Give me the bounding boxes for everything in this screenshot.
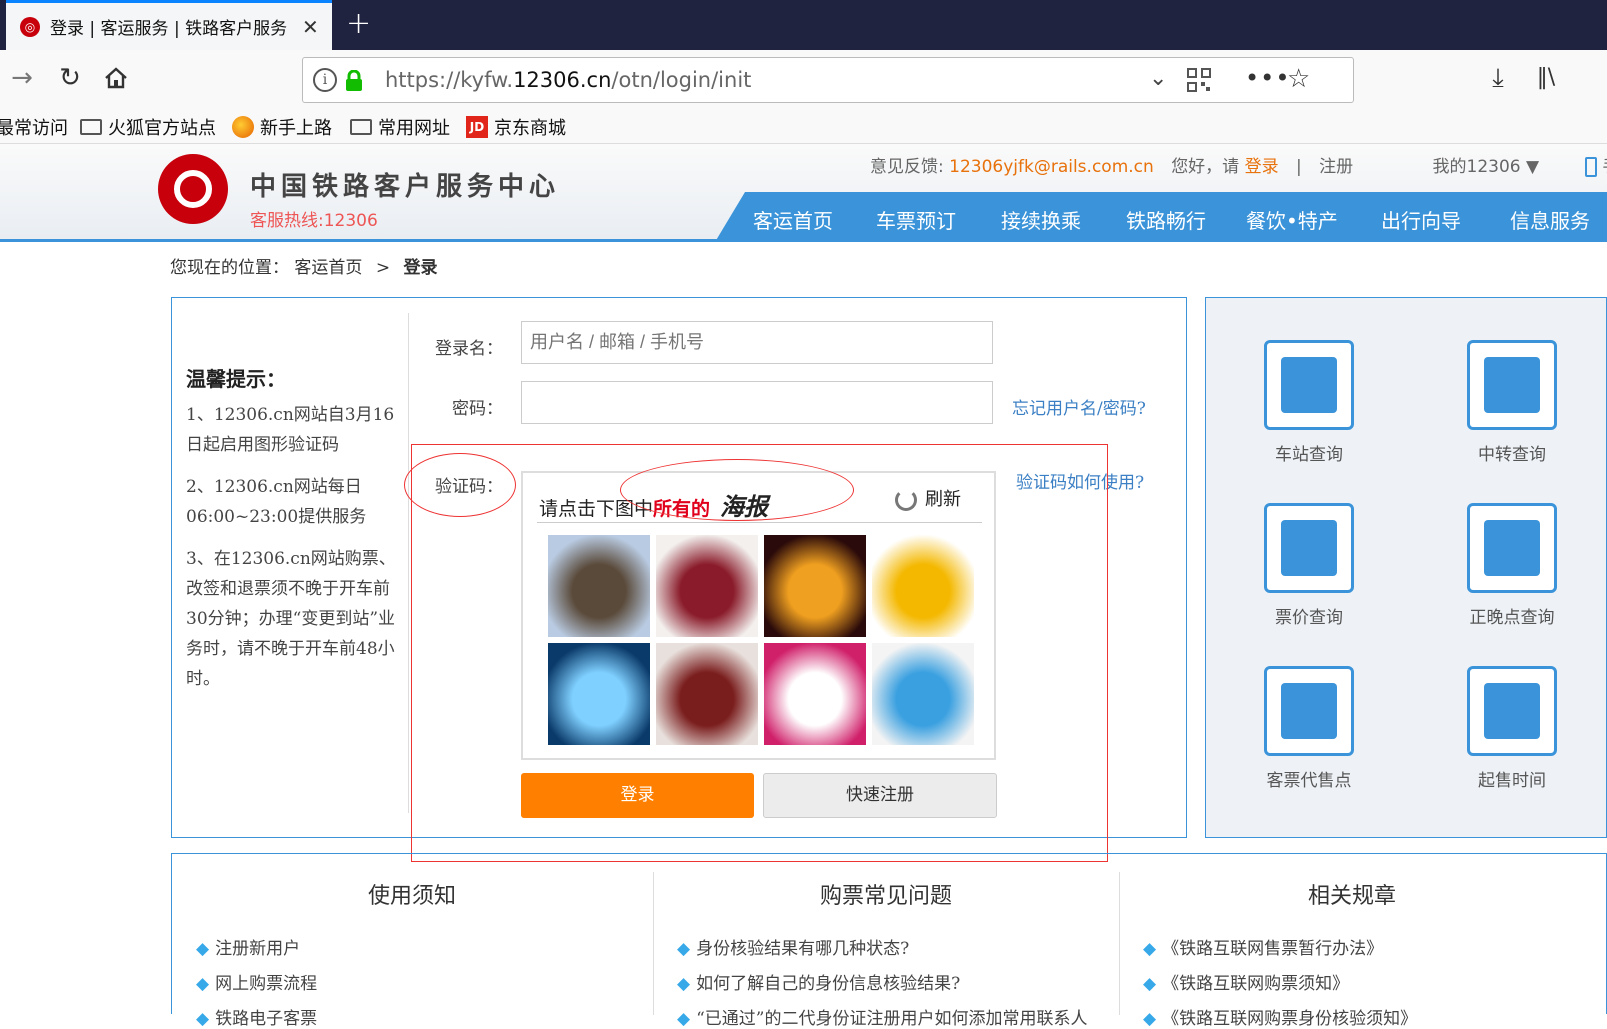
username-label: 登录名： [435, 339, 503, 359]
tip-item: 3、在12306.cn网站购票、改签和退票须不晚于开车前30分钟；办理“变更到站… [186, 549, 396, 689]
bookmark-firefox-official[interactable]: 火狐官方站点 [80, 114, 216, 140]
service-transfer-query[interactable]: 中转查询 [1467, 340, 1557, 465]
price-search-icon [1264, 503, 1354, 593]
tips-title: 温馨提示： [186, 367, 286, 391]
annotation-oval-label [404, 453, 516, 517]
info-link[interactable]: 注册新用户 [196, 934, 652, 959]
info-link[interactable]: 铁路电子客票 [196, 1004, 652, 1029]
folder-icon [350, 119, 372, 135]
header-register-link[interactable]: 注册 [1319, 157, 1353, 177]
ticket-agent-icon [1264, 666, 1354, 756]
service-price-query[interactable]: 票价查询 [1264, 503, 1354, 628]
nav-item-home[interactable]: 客运首页 [753, 205, 833, 234]
reload-icon[interactable]: ↻ [50, 58, 90, 98]
annotation-oval-prompt [620, 459, 854, 521]
forward-icon[interactable]: → [2, 58, 42, 98]
lock-icon [345, 69, 363, 92]
breadcrumb-separator: > [375, 258, 391, 278]
caret-down-icon: ▼ [1526, 157, 1540, 177]
site-header: 中国铁路客户服务中心 客服热线:12306 意见反馈: 12306yjfk@ra… [0, 144, 1607, 242]
tip-item: 2、12306.cn网站每日06:00~23:00提供服务 [186, 477, 367, 527]
info-link[interactable]: 网上购票流程 [196, 969, 652, 994]
regulations-title: 相关规章 [1307, 884, 1396, 909]
railway-logo-icon[interactable] [158, 154, 228, 224]
jd-logo-icon: JD [466, 116, 488, 138]
firefox-icon [232, 116, 254, 138]
service-sale-time[interactable]: 起售时间 [1467, 666, 1557, 791]
tip-item: 1、12306.cn网站自3月16日起启用图形验证码 [186, 405, 395, 455]
browser-tab-active[interactable]: ◎ 登录 | 客运服务 | 铁路客户服务 ✕ [6, 0, 332, 50]
info-section: 使用须知 注册新用户 网上购票流程 铁路电子客票 购票常见问题 身份核验结果有哪… [171, 853, 1607, 1029]
info-link[interactable]: 《铁路互联网购票须知》 [1143, 969, 1585, 994]
breadcrumb-current: 登录 [403, 258, 438, 278]
service-station-query[interactable]: 车站查询 [1264, 340, 1354, 465]
site-favicon-icon: ◎ [20, 16, 40, 37]
tab-title: 登录 | 客运服务 | 铁路客户服务 [50, 19, 288, 39]
bookmark-jd[interactable]: JD 京东商城 [466, 114, 566, 140]
faq-title: 购票常见问题 [819, 884, 952, 909]
browser-tab-bar: ◎ 登录 | 客运服务 | 铁路客户服务 ✕ + [0, 0, 1607, 50]
tab-close-icon[interactable]: ✕ [302, 15, 319, 39]
feedback-label: 意见反馈: [870, 157, 944, 177]
chevron-down-icon[interactable]: ⌄ [1149, 66, 1167, 91]
folder-icon [80, 119, 102, 135]
info-link[interactable]: “已通过”的二代身份证注册用户如何添加常用联系人 [677, 1004, 1119, 1029]
forgot-password-link[interactable]: 忘记用户名/密码? [1012, 394, 1146, 419]
hotline: 客服热线:12306 [250, 211, 378, 231]
regulations-column: 相关规章 《铁路互联网售票暂行办法》 《铁路互联网购票须知》 《铁路互联网购票身… [1119, 854, 1585, 1029]
clock-icon [1467, 503, 1557, 593]
greeting: 您好，请 [1171, 157, 1240, 177]
tips-panel: 温馨提示： 1、12306.cn网站自3月16日起启用图形验证码 2、12306… [186, 364, 400, 706]
faq-column: 购票常见问题 身份核验结果有哪几种状态? 如何了解自己的身份信息核验结果? “已… [653, 854, 1119, 1029]
info-link[interactable]: 身份核验结果有哪几种状态? [677, 934, 1119, 959]
nav-item-booking[interactable]: 车票预订 [876, 205, 956, 234]
info-link[interactable]: 《铁路互联网售票暂行办法》 [1143, 934, 1585, 959]
service-delay-query[interactable]: 正晚点查询 [1467, 503, 1557, 628]
url-text: https://kyfw.12306.cn/otn/login/init [385, 68, 752, 92]
sale-time-icon [1467, 666, 1557, 756]
header-divider: | [1296, 157, 1302, 177]
password-input[interactable] [521, 381, 993, 424]
nav-item-travel-guide[interactable]: 出行向导 [1381, 205, 1461, 234]
nav-item-transfer[interactable]: 接续换乘 [1001, 205, 1081, 234]
feedback-email-link[interactable]: 12306yjfk@rails.com.cn [949, 157, 1154, 177]
bookmark-star-icon[interactable]: ☆ [1287, 64, 1310, 94]
browser-nav-bar: → ↻ i https://kyfw.12306.cn/otn/login/in… [0, 50, 1607, 106]
library-icon[interactable]: ‖\ [1526, 58, 1566, 98]
divider [408, 313, 409, 813]
nav-item-catering[interactable]: 餐饮•特产 [1246, 205, 1338, 234]
site-name: 中国铁路客户服务中心 [250, 172, 561, 202]
top-info-bar: 意见反馈: 12306yjfk@rails.com.cn 您好，请 登录 | 注… [870, 152, 1607, 177]
more-actions-icon[interactable]: ••• [1245, 64, 1290, 92]
bookmark-common-sites[interactable]: 常用网址 [350, 114, 450, 140]
bookmarks-bar: 最常访问 火狐官方站点 新手上路 常用网址 JD 京东商城 [0, 106, 1607, 144]
usage-notice-column: 使用须知 注册新用户 网上购票流程 铁路电子客票 [172, 854, 652, 1029]
my12306-menu[interactable]: 我的12306 ▼ [1433, 157, 1540, 177]
nav-item-rail-pass[interactable]: 铁路畅行 [1126, 205, 1206, 234]
service-ticket-agents[interactable]: 客票代售点 [1264, 666, 1354, 791]
nav-item-info-service[interactable]: 信息服务 [1510, 205, 1590, 234]
qr-code-icon[interactable] [1187, 68, 1211, 92]
home-icon[interactable] [96, 58, 136, 98]
mobile-link[interactable]: 手机 [1584, 157, 1607, 177]
username-input[interactable] [521, 321, 993, 364]
breadcrumb-home-link[interactable]: 客运首页 [294, 258, 362, 278]
info-icon[interactable]: i [313, 68, 337, 92]
password-label: 密码： [452, 399, 503, 419]
station-icon [1264, 340, 1354, 430]
download-icon[interactable]: ⤓ [1478, 58, 1518, 98]
usage-notice-title: 使用须知 [367, 884, 456, 909]
breadcrumb-prefix: 您现在的位置： [170, 258, 289, 278]
info-link[interactable]: 《铁路互联网购票身份核验须知》 [1143, 1004, 1585, 1029]
phone-icon [1584, 157, 1597, 177]
transfer-icon [1467, 340, 1557, 430]
new-tab-button[interactable]: + [346, 6, 371, 41]
bookmark-getting-started[interactable]: 新手上路 [232, 114, 332, 140]
info-link[interactable]: 如何了解自己的身份信息核验结果? [677, 969, 1119, 994]
bookmark-most-visited[interactable]: 最常访问 [0, 114, 68, 140]
breadcrumb: 您现在的位置： 客运首页 > 登录 [170, 253, 437, 278]
header-login-link[interactable]: 登录 [1245, 157, 1279, 177]
address-bar[interactable]: i https://kyfw.12306.cn/otn/login/init ⌄… [302, 57, 1354, 103]
